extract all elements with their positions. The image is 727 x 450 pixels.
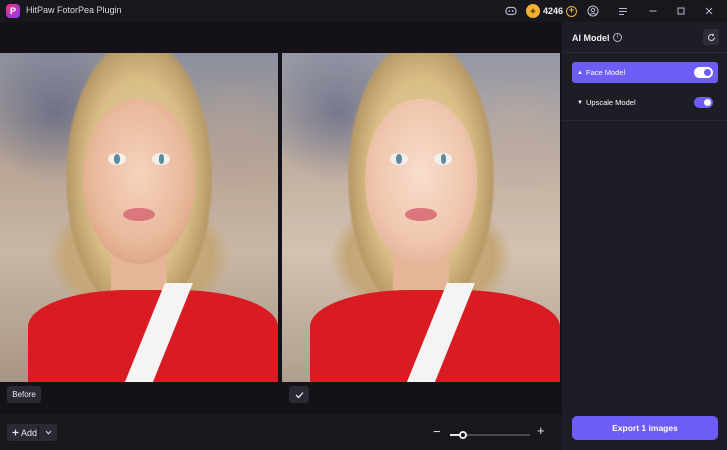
face-model-toggle[interactable] xyxy=(694,67,713,78)
before-image xyxy=(0,53,278,382)
check-icon xyxy=(295,391,303,398)
before-button[interactable]: Before xyxy=(7,386,41,403)
menu-icon[interactable] xyxy=(615,3,631,19)
add-credits-icon[interactable]: + xyxy=(566,5,578,17)
minimize-icon[interactable] xyxy=(645,3,661,19)
panel-title: AI Model xyxy=(572,33,610,43)
after-check-button[interactable] xyxy=(289,386,309,403)
add-label: Add xyxy=(21,427,38,438)
credit-coin-icon: ✦ xyxy=(526,4,540,18)
app-logo: P xyxy=(6,4,20,18)
chevron-down-icon xyxy=(45,430,51,435)
zoom-slider-handle[interactable] xyxy=(459,431,467,439)
zoom-slider[interactable] xyxy=(450,431,530,439)
caret-down-icon: ▼ xyxy=(577,99,583,106)
title-bar: P HitPaw FotorPea Plugin ✦ 4246 + xyxy=(0,0,727,22)
ai-model-panel: AI Model i ▲ Face Model ▼ Upscale Model … xyxy=(562,22,727,450)
add-button-group: Add xyxy=(7,424,57,441)
plus-icon xyxy=(12,429,19,436)
zoom-out-button[interactable]: − xyxy=(433,424,441,439)
model-item-upscale[interactable]: ▼ Upscale Model xyxy=(572,92,718,113)
zoom-in-button[interactable]: + xyxy=(537,423,545,438)
close-icon[interactable] xyxy=(701,3,717,19)
refresh-button[interactable] xyxy=(703,29,719,45)
account-icon[interactable] xyxy=(585,3,601,19)
add-dropdown-button[interactable] xyxy=(39,428,57,437)
credits-display[interactable]: ✦ 4246 + xyxy=(526,3,578,19)
preview-canvas: Before xyxy=(0,22,562,414)
maximize-icon[interactable] xyxy=(673,3,689,19)
refresh-icon xyxy=(707,33,715,41)
model-item-face[interactable]: ▲ Face Model xyxy=(572,62,718,83)
after-image xyxy=(282,53,560,382)
add-button[interactable]: Add xyxy=(7,428,38,438)
model-label: Face Model xyxy=(586,68,626,77)
credit-count: 4246 xyxy=(543,6,564,16)
model-label: Upscale Model xyxy=(586,98,636,107)
upscale-model-toggle[interactable] xyxy=(694,97,713,108)
discord-icon[interactable] xyxy=(503,3,519,19)
info-icon[interactable]: i xyxy=(613,33,622,42)
window-title: HitPaw FotorPea Plugin xyxy=(26,5,122,15)
bottom-toolbar: Add − + xyxy=(0,414,562,450)
export-button[interactable]: Export 1 images xyxy=(572,416,718,440)
caret-up-icon: ▲ xyxy=(577,69,583,76)
